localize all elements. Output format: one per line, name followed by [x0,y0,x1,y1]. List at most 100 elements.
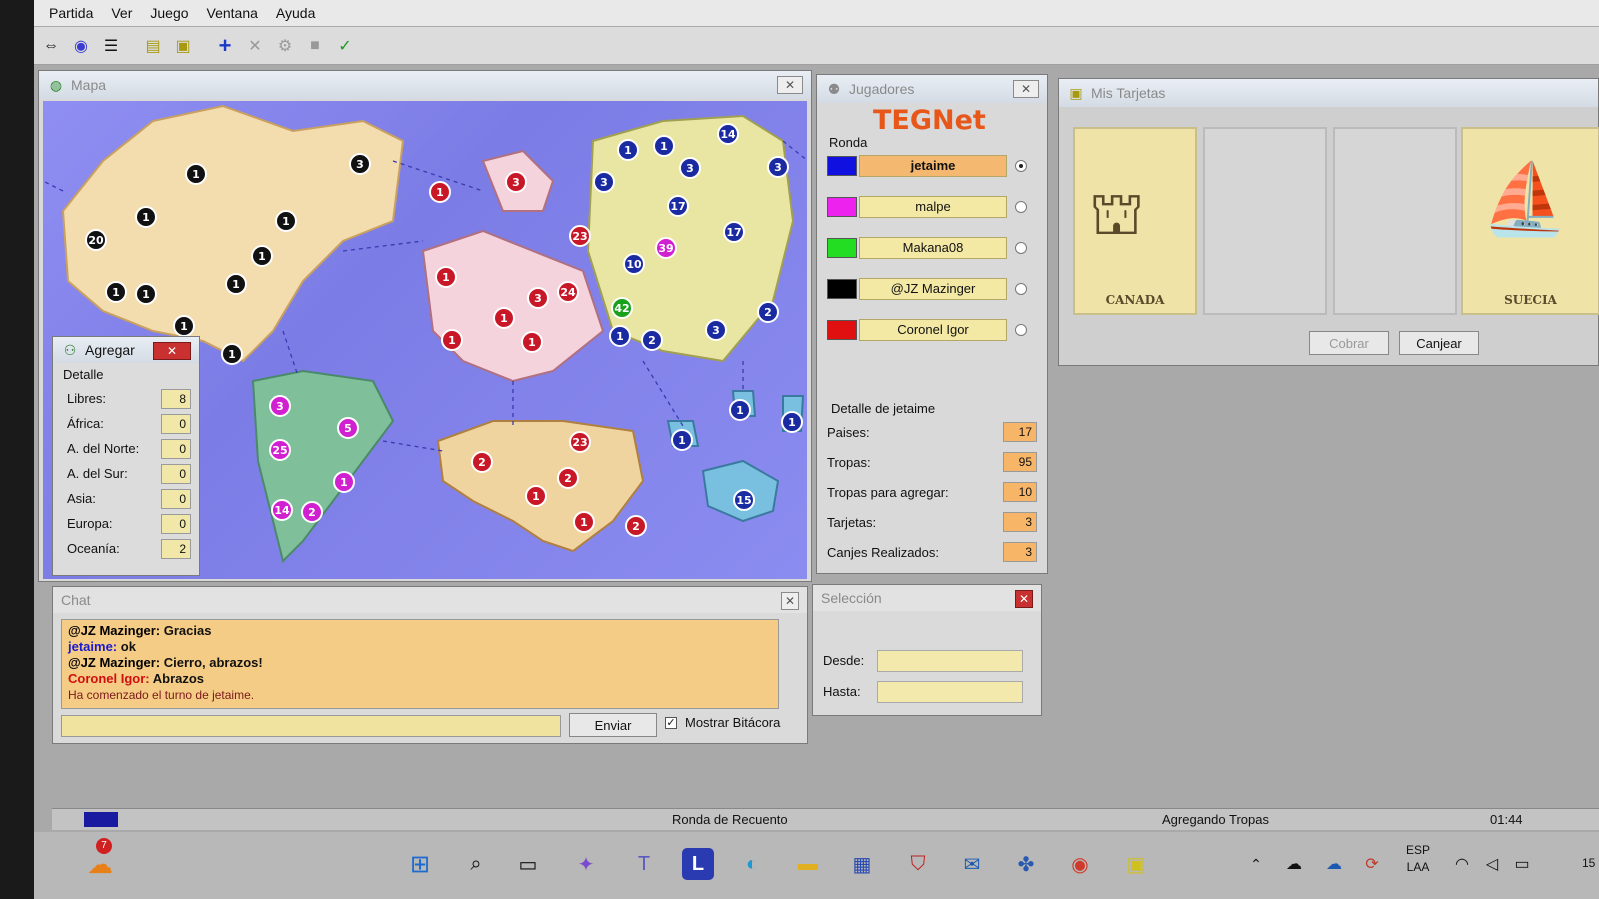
network-icon[interactable]: ☁ [1278,848,1310,880]
connect-icon[interactable]: ⇔ [38,33,64,59]
army-marker[interactable]: 1 [573,511,595,533]
menu-ver[interactable]: Ver [102,5,141,21]
army-marker[interactable]: 3 [527,287,549,309]
canjear-button[interactable]: Canjear [1399,331,1479,355]
army-marker[interactable]: 3 [505,171,527,193]
player-row[interactable]: @JZ Mazinger [817,268,1047,309]
hasta-field[interactable] [877,680,1023,703]
army-marker[interactable]: 1 [781,411,803,433]
close-icon[interactable]: ✕ [153,342,191,360]
outlook-icon[interactable]: ✉ [956,848,988,880]
army-marker[interactable]: 1 [617,139,639,161]
globe-icon[interactable]: ◉ [68,33,94,59]
player-row[interactable]: Makana08 [817,227,1047,268]
edge-icon[interactable]: ◐ [736,848,768,880]
army-marker[interactable]: 3 [679,157,701,179]
help-card-icon[interactable]: ▣ [170,33,196,59]
network-app-icon[interactable]: ✤ [1010,848,1042,880]
player-radio[interactable] [1015,200,1027,213]
card-canada[interactable]: ⛫ CANADA [1073,127,1197,315]
battery-icon[interactable]: ▭ [1506,848,1538,880]
army-marker[interactable]: 2 [757,301,779,323]
onedrive-icon[interactable]: ☁ [1318,848,1350,880]
player-row[interactable]: jetaime [817,145,1047,186]
wifi-icon[interactable]: ◠ [1446,848,1478,880]
army-marker[interactable]: 20 [85,229,107,251]
army-marker[interactable]: 1 [493,307,515,329]
taskbar-clock[interactable]: 15 [1582,856,1595,870]
store-icon[interactable]: ▦ [846,848,878,880]
army-marker[interactable]: 15 [733,489,755,511]
army-marker[interactable]: 1 [221,343,243,365]
army-marker[interactable]: 3 [269,395,291,417]
army-marker[interactable]: 25 [269,439,291,461]
army-marker[interactable]: 2 [471,451,493,473]
settings-icon[interactable]: ⚙ [272,33,298,59]
army-marker[interactable]: 1 [275,210,297,232]
chat-log[interactable]: @JZ Mazinger: Gracias jetaime: ok @JZ Mazi… [61,619,779,709]
list-icon[interactable]: ☰ [98,33,124,59]
language-indicator[interactable]: ESP LAA [1406,842,1430,876]
army-marker[interactable]: 1 [251,245,273,267]
army-marker[interactable]: 1 [729,399,751,421]
army-marker[interactable]: 1 [185,163,207,185]
send-button[interactable]: Enviar [569,713,657,737]
army-marker[interactable]: 1 [105,281,127,303]
army-marker[interactable]: 10 [623,253,645,275]
army-marker[interactable]: 42 [611,297,633,319]
teg-app-icon[interactable]: ▣ [1120,848,1152,880]
menu-ventana[interactable]: Ventana [198,5,267,21]
army-marker[interactable]: 23 [569,225,591,247]
army-marker[interactable]: 1 [609,325,631,347]
chat-input[interactable] [61,715,561,737]
army-marker[interactable]: 1 [441,329,463,351]
army-marker[interactable]: 1 [521,331,543,353]
chevron-up-icon[interactable]: ⌃ [1240,848,1272,880]
player-radio[interactable] [1015,282,1027,295]
player-row[interactable]: malpe [817,186,1047,227]
cancel-icon[interactable]: ✕ [242,33,268,59]
army-marker[interactable]: 1 [333,471,355,493]
teams-icon[interactable]: T [628,848,660,880]
task-view-icon[interactable]: ▭ [512,848,544,880]
army-marker[interactable]: 14 [717,123,739,145]
start-icon[interactable]: ⊞ [404,848,436,880]
show-log-checkbox[interactable]: ✓ [665,717,677,729]
army-marker[interactable]: 2 [301,501,323,523]
army-marker[interactable]: 14 [271,499,293,521]
app-l-icon[interactable]: L [682,848,714,880]
army-marker[interactable]: 1 [429,181,451,203]
mcafee-icon[interactable]: ⛉ [902,848,934,880]
army-marker[interactable]: 1 [135,283,157,305]
copilot-icon[interactable]: ✦ [570,848,602,880]
army-marker[interactable]: 1 [525,485,547,507]
army-marker[interactable]: 3 [593,171,615,193]
close-icon[interactable]: ✕ [781,592,799,610]
army-marker[interactable]: 1 [671,429,693,451]
army-marker[interactable]: 3 [349,153,371,175]
search-icon[interactable]: ⌕ [460,848,492,880]
sync-icon[interactable]: ⟳ [1356,848,1388,880]
army-marker[interactable]: 2 [625,515,647,537]
add-icon[interactable]: + [212,33,238,59]
stop-icon[interactable]: ■ [302,33,328,59]
card-suecia[interactable]: ⛵ SUECIA [1461,127,1599,315]
army-marker[interactable]: 1 [173,315,195,337]
army-marker[interactable]: 2 [557,467,579,489]
army-marker[interactable]: 17 [667,195,689,217]
menu-ayuda[interactable]: Ayuda [267,5,324,21]
army-marker[interactable]: 1 [135,206,157,228]
close-icon[interactable]: ✕ [1015,590,1033,608]
player-radio[interactable] [1015,159,1027,172]
menu-partida[interactable]: Partida [40,5,102,21]
army-marker[interactable]: 1 [225,273,247,295]
player-radio[interactable] [1015,323,1027,336]
close-icon[interactable]: ✕ [777,76,803,94]
check-icon[interactable]: ✓ [332,33,358,59]
player-row[interactable]: Coronel Igor [817,309,1047,350]
army-marker[interactable]: 24 [557,281,579,303]
menu-juego[interactable]: Juego [141,5,197,21]
army-marker[interactable]: 1 [653,135,675,157]
army-marker[interactable]: 39 [655,237,677,259]
army-marker[interactable]: 3 [767,156,789,178]
